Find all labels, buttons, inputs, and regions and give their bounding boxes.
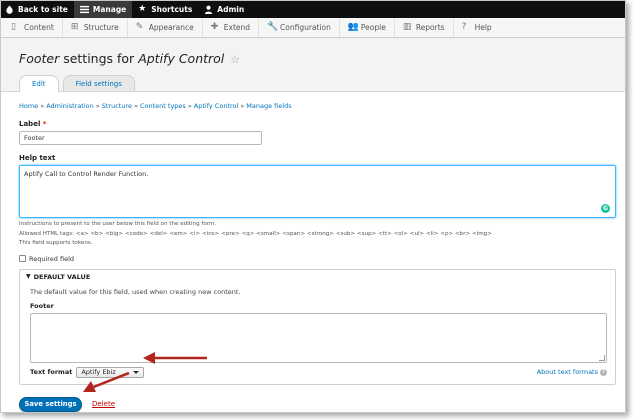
help-text-value: Aptify Call to Control Render Function. bbox=[24, 170, 149, 178]
required-checkbox[interactable] bbox=[19, 255, 26, 262]
tray-item-extend[interactable]: ✚ Extend bbox=[203, 18, 260, 37]
chevron-down-icon bbox=[133, 370, 140, 374]
tray-item-structure[interactable]: ⊞ Structure bbox=[63, 18, 128, 37]
manage-tab[interactable]: Manage bbox=[73, 1, 133, 18]
admin-tray: ▯ Content ⊞ Structure ✎ Appearance ✚ Ext… bbox=[1, 18, 625, 38]
page-title-middle: settings for bbox=[59, 51, 139, 66]
admin-user-tab[interactable]: Admin bbox=[198, 1, 250, 18]
label-field-title: Label * bbox=[19, 120, 607, 128]
text-format-select[interactable]: Aptify Ebiz bbox=[76, 366, 145, 378]
user-icon bbox=[205, 5, 213, 14]
tray-item-label: Reports bbox=[415, 23, 445, 32]
puzzle-icon: ✚ bbox=[210, 22, 219, 32]
required-label[interactable]: Required field bbox=[29, 255, 74, 263]
form-actions: Save settings Delete bbox=[19, 396, 607, 412]
default-value-summary[interactable]: ▼ DEFAULT VALUE bbox=[20, 270, 615, 284]
browser-frame: Back to site Manage ★ Shortcuts Admin ▯ … bbox=[0, 0, 626, 413]
tray-item-label: Content bbox=[24, 23, 54, 32]
star-icon: ★ bbox=[138, 4, 147, 14]
description-line: Instructions to present to the user belo… bbox=[19, 221, 217, 227]
page-header: Footer settings for Aptify Control ☆ Edi… bbox=[1, 38, 625, 92]
breadcrumb: Home» Administration» Structure» Content ty… bbox=[19, 102, 607, 110]
tray-item-label: Configuration bbox=[280, 23, 331, 32]
star-icon[interactable]: ☆ bbox=[230, 53, 240, 66]
tray-item-label: Help bbox=[474, 23, 492, 32]
tray-item-content[interactable]: ▯ Content bbox=[3, 18, 63, 37]
text-format-group: Text format Aptify Ebiz bbox=[30, 366, 145, 378]
tray-item-label: Structure bbox=[83, 23, 119, 32]
save-settings-button[interactable]: Save settings bbox=[19, 396, 82, 412]
text-format-value: Aptify Ebiz bbox=[81, 368, 116, 376]
help-text-textarea[interactable]: Aptify Call to Control Render Function. … bbox=[19, 165, 616, 218]
triangle-down-icon: ▼ bbox=[26, 273, 31, 280]
tray-item-help[interactable]: ? Help bbox=[454, 18, 500, 37]
paintbrush-icon: ✎ bbox=[135, 22, 144, 32]
description-line: This field supports tokens. bbox=[19, 240, 93, 246]
breadcrumb-link[interactable]: Manage fields bbox=[246, 102, 291, 110]
breadcrumb-separator: » bbox=[240, 102, 245, 110]
page-title-entity: Aptify Control bbox=[138, 51, 225, 66]
breadcrumb-link[interactable]: Aptify Control bbox=[194, 102, 239, 110]
wrench-icon: 🔧 bbox=[267, 22, 279, 32]
page-title: Footer settings for Aptify Control ☆ bbox=[19, 51, 240, 66]
tab-field-settings[interactable]: Field settings bbox=[62, 75, 135, 91]
delete-link[interactable]: Delete bbox=[92, 400, 115, 408]
tray-item-people[interactable]: 👥 People bbox=[340, 18, 395, 37]
text-format-row: Text format Aptify Ebiz About text forma… bbox=[30, 366, 607, 378]
breadcrumb-separator: » bbox=[40, 102, 45, 110]
tray-item-label: Appearance bbox=[148, 23, 194, 32]
primary-tabs: Edit Field settings bbox=[19, 75, 135, 92]
menu-icon bbox=[79, 5, 89, 14]
breadcrumb-separator: » bbox=[187, 102, 192, 110]
breadcrumb-link[interactable]: Home bbox=[19, 102, 38, 110]
default-value-details: ▼ DEFAULT VALUE The default value for th… bbox=[19, 268, 616, 385]
required-field-row: Required field bbox=[19, 255, 607, 263]
default-value-body: The default value for this field, used w… bbox=[20, 284, 615, 382]
admin-label: Admin bbox=[217, 5, 245, 14]
people-icon: 👥 bbox=[347, 22, 360, 32]
resize-handle[interactable] bbox=[599, 354, 605, 361]
default-value-summary-label: DEFAULT VALUE bbox=[33, 272, 91, 281]
breadcrumb-separator: » bbox=[95, 102, 100, 110]
bar-chart-icon: ▥ bbox=[402, 22, 412, 32]
tray-item-configuration[interactable]: 🔧 Configuration bbox=[259, 18, 340, 37]
back-to-site-link[interactable]: Back to site bbox=[1, 1, 74, 18]
description-line: Allowed HTML tags: <a> <b> <big> <code> … bbox=[19, 230, 492, 237]
breadcrumb-link[interactable]: Administration bbox=[46, 102, 94, 110]
file-icon: ▯ bbox=[11, 22, 16, 32]
footer-label: Footer bbox=[30, 301, 54, 310]
breadcrumb-link[interactable]: Structure bbox=[102, 102, 132, 110]
about-text-formats-link[interactable]: About text formats ? bbox=[537, 368, 607, 376]
required-marker: * bbox=[42, 120, 47, 128]
question-circle-icon: ? bbox=[600, 368, 607, 376]
breadcrumb-separator: » bbox=[134, 102, 138, 110]
tray-item-label: People bbox=[360, 23, 386, 32]
label-input[interactable]: Footer bbox=[19, 131, 262, 145]
tray-item-reports[interactable]: ▥ Reports bbox=[395, 18, 454, 37]
back-to-site-label: Back to site bbox=[18, 5, 68, 14]
grammarly-icon[interactable]: G bbox=[601, 204, 610, 213]
footer-textarea[interactable] bbox=[30, 312, 607, 363]
shortcuts-tab[interactable]: ★ Shortcuts bbox=[132, 1, 198, 18]
about-text-formats-label: About text formats bbox=[536, 368, 598, 376]
admin-toolbar: Back to site Manage ★ Shortcuts Admin bbox=[1, 1, 625, 18]
help-text-description: Instructions to present to the user belo… bbox=[19, 220, 607, 249]
drupal-drop-icon bbox=[6, 5, 13, 14]
label-field-title-text: Label bbox=[19, 120, 41, 128]
text-format-label: Text format bbox=[30, 368, 73, 376]
help-text-title: Help text bbox=[19, 154, 56, 162]
shortcuts-label: Shortcuts bbox=[151, 5, 193, 14]
hierarchy-icon: ⊞ bbox=[70, 22, 79, 32]
main-content: Home» Administration» Structure» Content ty… bbox=[1, 102, 625, 412]
manage-label: Manage bbox=[92, 5, 127, 14]
page-title-field: Footer bbox=[19, 51, 60, 66]
default-value-description: The default value for this field, used w… bbox=[30, 287, 241, 296]
tray-item-appearance[interactable]: ✎ Appearance bbox=[128, 18, 203, 37]
tray-item-label: Extend bbox=[223, 23, 251, 32]
tab-edit[interactable]: Edit bbox=[19, 75, 59, 92]
help-icon: ? bbox=[461, 22, 467, 32]
breadcrumb-link[interactable]: Content types bbox=[140, 102, 186, 110]
